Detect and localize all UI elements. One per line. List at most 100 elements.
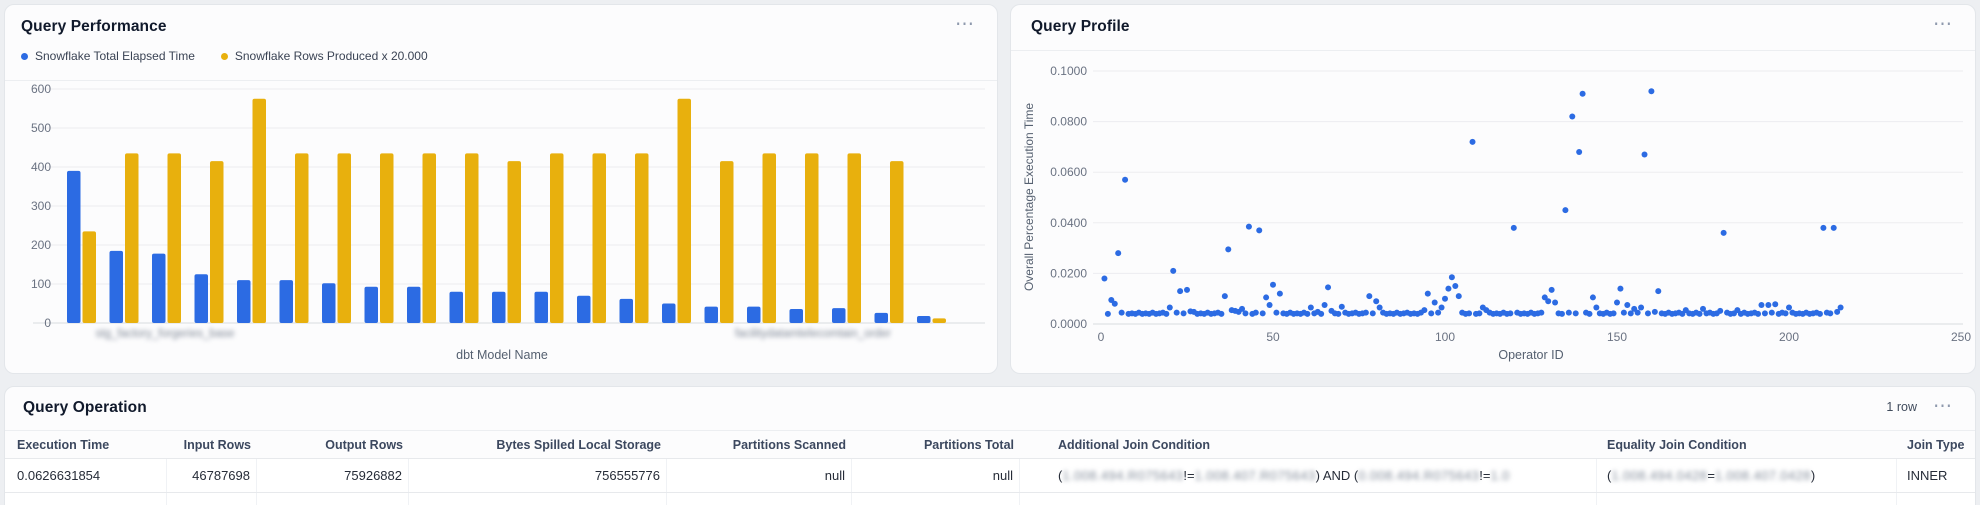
scatter-point [1593,304,1600,311]
bar-elapsed-time [449,291,463,323]
column-header-join-type: Join Type [1907,437,1965,452]
redacted-text: 1.008.494.R075643 [1062,468,1184,483]
scatter-point [1572,310,1579,317]
bar-rows-produced [295,153,309,323]
bar-rows-produced [635,153,649,323]
scatter-point [1307,304,1314,311]
bar-elapsed-time [832,308,846,323]
table-header-row: Execution Time Input Rows Output Rows By… [5,431,1975,459]
query-performance-header: Query Performance ⋯ Snowflake Total Elap… [5,5,997,81]
column-header-execution-time: Execution Time [17,437,110,452]
bar-rows-produced [210,161,224,323]
scatter-point [1104,310,1111,317]
scatter-point [1245,223,1252,230]
bar-elapsed-time [492,291,506,323]
more-menu-icon[interactable]: ⋯ [1933,15,1953,34]
join-condition-text: = [1707,468,1715,483]
scatter-point [1221,293,1228,300]
scatter-point [1820,224,1827,231]
scatter-point [1373,298,1380,305]
scatter-point [1166,304,1173,311]
scatter-point [1424,290,1431,297]
scatter-point [1252,309,1259,316]
scatter-point [1362,309,1369,316]
query-operation-table: Execution Time Input Rows Output Rows By… [5,431,1975,505]
scatter-point [1338,303,1345,310]
cell-bytes-spilled: 756555776 [409,459,667,492]
scatter-point [1586,310,1593,317]
scatter-point [1177,288,1184,295]
scatter-point [1369,310,1376,317]
row-count-badge: 1 row [1886,400,1917,414]
scatter-point [1576,148,1583,155]
cell-equality-join-condition: (1.008.494.0428 = 1.008.407.0428) [1597,459,1897,492]
scatter-point [1830,224,1837,231]
y-tick-label: 0 [44,316,51,330]
bar-elapsed-time [67,170,81,323]
scatter-point [1816,310,1823,317]
legend-dot-blue [21,52,28,60]
scatter-point [1428,310,1435,317]
table-row: 0.0626631854 46787698 75926882 756555776… [5,459,1975,493]
redacted-text: 1.008.407.R075643 [1194,468,1316,483]
scatter-point [1448,274,1455,281]
scatter-point [1266,302,1273,309]
scatter-point [1273,309,1280,316]
scatter-point [1122,176,1129,183]
scatter-point [1256,227,1263,234]
bar-rows-produced [337,153,351,323]
scatter-point [1827,310,1834,317]
scatter-point [1180,310,1187,317]
bar-elapsed-time [874,312,888,323]
x-tick-label: 50 [1266,330,1280,344]
scatter-point [1644,310,1651,317]
y-tick-label: 100 [31,277,51,291]
bar-rows-produced [847,153,861,323]
scatter-point [1538,309,1545,316]
bar-rows-produced [507,161,521,323]
scatter-point [1717,307,1724,314]
bar-elapsed-time [789,308,803,323]
column-header-additional-join-condition: Additional Join Condition [1058,437,1211,452]
y-tick-label: 0.0400 [1050,216,1087,230]
column-header-partitions-total: Partitions Total [923,437,1014,452]
scatter-chart: 0.0000 0.0200 0.0400 0.0600 0.0800 0.1000 0 50 1… [1022,64,1971,362]
bar-rows-produced [167,153,181,323]
scatter-point [1545,298,1552,305]
scatter-point [1755,310,1762,317]
scatter-point [1170,267,1177,274]
bar-rows-produced [465,153,479,323]
legend-label: Snowflake Total Elapsed Time [35,49,195,63]
bar-elapsed-time [237,280,251,323]
column-header-output-rows: Output Rows [325,437,403,452]
y-tick-label: 0.1000 [1050,64,1087,78]
scatter-point [1376,304,1383,311]
redacted-text: 1.008.494.0428 [1611,468,1708,483]
more-menu-icon[interactable]: ⋯ [955,15,975,34]
scatter-point [1184,286,1190,293]
scatter-point [1452,283,1459,290]
page-title: Query Performance [21,18,167,35]
more-menu-icon[interactable]: ⋯ [1933,397,1953,416]
bar-elapsed-time [407,286,421,323]
bar-elapsed-time [619,298,633,323]
scatter-point [1111,300,1118,307]
redacted-text: 1.008.407.0428 [1714,468,1811,483]
bar-elapsed-time [662,303,676,323]
y-tick-label: 400 [31,160,51,174]
scatter-point [1325,284,1332,291]
scatter-point [1579,90,1586,97]
x-tick-label: stg_factory_forgeries_base [96,328,235,340]
cell-execution-time: 0.0626631854 [5,459,167,492]
redacted-text: 0.008.494.R075643 [1358,468,1480,483]
bar-elapsed-time [534,291,548,323]
bar-rows-produced [422,153,436,323]
bar-elapsed-time [322,283,336,323]
scatter-point [1507,310,1514,317]
scatter-point [1101,275,1108,282]
scatter-point [1552,299,1559,306]
scatter-point [1696,310,1703,317]
bar-elapsed-time [364,286,378,323]
y-tick-label: 0.0800 [1050,115,1087,129]
legend-dot-yellow [220,52,228,60]
